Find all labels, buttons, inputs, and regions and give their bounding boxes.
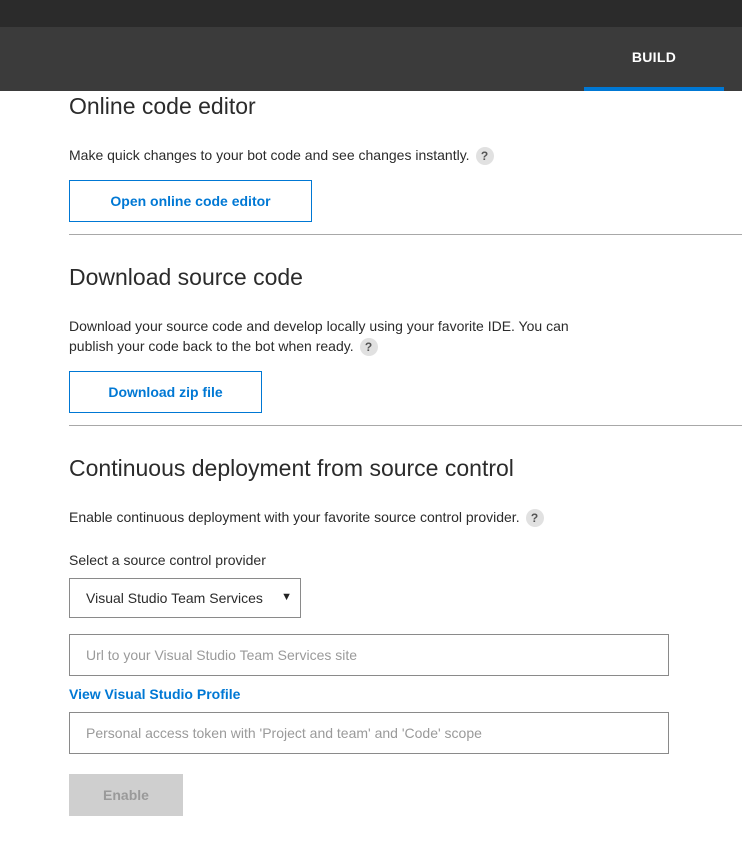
- online-editor-title: Online code editor: [69, 93, 256, 119]
- download-description-line2: publish your code back to the bot when r…: [69, 338, 354, 354]
- provider-label: Select a source control provider: [69, 552, 266, 568]
- continuous-deployment-description-text: Enable continuous deployment with your f…: [69, 509, 520, 525]
- vsts-url-input[interactable]: [69, 634, 669, 676]
- access-token-input[interactable]: [69, 712, 669, 754]
- online-editor-description-text: Make quick changes to your bot code and …: [69, 147, 470, 163]
- section-divider: [69, 425, 742, 426]
- view-vs-profile-link[interactable]: View Visual Studio Profile: [69, 686, 240, 702]
- section-divider: [69, 234, 742, 235]
- open-online-editor-button[interactable]: Open online code editor: [69, 180, 312, 222]
- enable-button[interactable]: Enable: [69, 774, 183, 816]
- tab-active-indicator: [584, 87, 724, 91]
- download-title: Download source code: [69, 264, 303, 290]
- help-icon[interactable]: ?: [359, 338, 378, 357]
- download-zip-button[interactable]: Download zip file: [69, 371, 262, 413]
- download-description-line1: Download your source code and develop lo…: [69, 318, 569, 334]
- nav-bar: BUILD: [0, 27, 742, 91]
- online-editor-description: Make quick changes to your bot code and …: [69, 145, 494, 166]
- tab-build-label: BUILD: [631, 49, 677, 65]
- caret-down-icon: ▼: [281, 591, 292, 603]
- help-icon[interactable]: ?: [475, 147, 494, 166]
- continuous-deployment-title: Continuous deployment from source contro…: [69, 455, 514, 481]
- top-bar: [0, 0, 742, 27]
- continuous-deployment-description: Enable continuous deployment with your f…: [69, 507, 544, 528]
- tab-build[interactable]: BUILD: [584, 27, 724, 91]
- help-icon[interactable]: ?: [525, 509, 544, 528]
- download-description: Download your source code and develop lo…: [69, 316, 569, 357]
- provider-selected-value: Visual Studio Team Services: [86, 590, 263, 606]
- source-control-provider-select[interactable]: Visual Studio Team Services ▼: [69, 578, 301, 618]
